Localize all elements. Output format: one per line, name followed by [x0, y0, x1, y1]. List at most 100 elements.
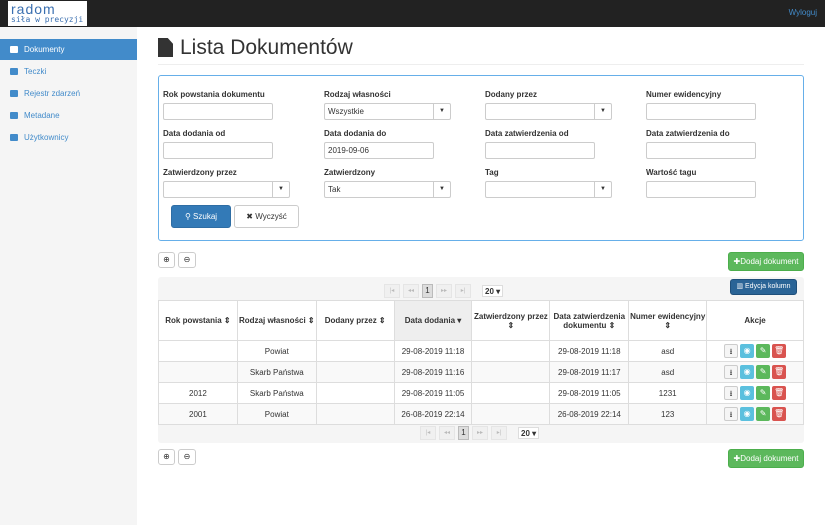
last-page-button[interactable]: ▸| — [455, 284, 471, 298]
column-header[interactable]: Data dodania ▾ — [393, 300, 473, 341]
download-icon[interactable]: ⭳ — [724, 407, 739, 421]
chevron-down-icon: ▼ — [594, 182, 611, 197]
last-page-button[interactable]: ▸| — [491, 426, 507, 440]
column-header[interactable]: Numer ewidencyjny ⇕ — [628, 300, 708, 341]
label-tag: Tag — [485, 168, 499, 177]
first-page-button[interactable]: |◂ — [384, 284, 400, 298]
expand-all-button[interactable]: ⊕ — [158, 252, 175, 268]
page-size-select[interactable]: 20 ▾ — [482, 285, 504, 297]
table-cell — [315, 361, 395, 383]
column-header[interactable]: Data zatwierdzenia dokumentu ⇕ — [549, 300, 630, 341]
column-header[interactable]: Rok powstania ⇕ — [158, 300, 238, 341]
numer-input[interactable] — [646, 103, 756, 120]
table-cell: 29-08-2019 11:17 — [549, 361, 630, 383]
column-header[interactable]: Zatwierdzony przez ⇕ — [471, 300, 551, 341]
page-size-select[interactable]: 20 ▾ — [518, 427, 540, 439]
collapse-all-button[interactable]: ⊖ — [178, 252, 196, 268]
table-cell: asd — [628, 340, 708, 362]
plus-circle-icon: ⊕ — [163, 452, 170, 461]
download-icon[interactable]: ⭳ — [724, 365, 739, 379]
current-page[interactable]: 1 — [458, 426, 469, 440]
zatw-przez-select[interactable]: ▼ — [163, 181, 290, 198]
sidebar-item-2[interactable]: Rejestr zdarzeń — [0, 83, 137, 104]
table-cell — [315, 382, 395, 404]
eye-icon[interactable]: ◉ — [740, 344, 755, 358]
top-navbar: radom siła w precyzji Wyloguj — [0, 0, 825, 27]
table-row: 2001 Powiat 26-08-2019 22:14 26-08-2019 22:… — [158, 403, 804, 425]
wartosc-input[interactable] — [646, 181, 756, 198]
data-do-input[interactable]: 2019-09-06 — [324, 142, 434, 159]
table-cell — [471, 361, 551, 383]
current-page[interactable]: 1 — [422, 284, 433, 298]
expand-all-button[interactable]: ⊕ — [158, 449, 175, 465]
trash-icon[interactable]: 🗑 — [772, 407, 787, 421]
search-button[interactable]: ⚲ Szukaj — [171, 205, 231, 228]
list-icon — [10, 90, 18, 97]
edit-columns-button[interactable]: ▥ Edycja kolumn — [730, 279, 797, 295]
first-page-button[interactable]: |◂ — [420, 426, 436, 440]
table-cell: asd — [628, 361, 708, 383]
dodany-select[interactable]: ▼ — [485, 103, 612, 120]
add-document-button[interactable]: ✚Dodaj dokument — [728, 252, 804, 271]
sidebar-item-1[interactable]: Teczki — [0, 61, 137, 82]
table-cell: 1231 — [628, 382, 708, 404]
label-zatw-przez: Zatwierdzony przez — [163, 168, 237, 177]
chevron-down-icon: ▼ — [594, 104, 611, 119]
divider — [158, 64, 804, 65]
eye-icon[interactable]: ◉ — [740, 407, 755, 421]
column-header[interactable]: Rodzaj własności ⇕ — [236, 300, 317, 341]
eye-icon[interactable]: ◉ — [740, 365, 755, 379]
rok-input[interactable] — [163, 103, 273, 120]
pencil-icon[interactable]: ✎ — [756, 407, 771, 421]
table-cell — [471, 382, 551, 404]
minus-circle-icon: ⊖ — [183, 255, 191, 264]
pager-top: |◂ ◂◂ 1 ▸▸ ▸| 20 ▾ — [384, 284, 504, 298]
next-page-button[interactable]: ▸▸ — [436, 284, 452, 298]
column-header[interactable]: Dodany przez ⇕ — [315, 300, 395, 341]
documents-table: Rok powstania ⇕ Rodzaj własności ⇕ Dodany … — [158, 300, 804, 425]
pager-bottom: |◂ ◂◂ 1 ▸▸ ▸| 20 ▾ — [420, 426, 540, 440]
sidebar-item-label: Metadane — [24, 111, 60, 120]
prev-page-button[interactable]: ◂◂ — [439, 426, 455, 440]
zatwierdzony-select[interactable]: Tak ▼ — [324, 181, 451, 198]
rodzaj-select[interactable]: Wszystkie ▼ — [324, 103, 451, 120]
pencil-icon[interactable]: ✎ — [756, 365, 771, 379]
sidebar-item-label: Użytkownicy — [24, 133, 69, 142]
tag-select[interactable]: ▼ — [485, 181, 612, 198]
actions-cell: ⭳ ◉ ✎ 🗑 — [706, 403, 804, 425]
table-cell: 29-08-2019 11:18 — [393, 340, 473, 362]
table-cell — [315, 403, 395, 425]
download-icon[interactable]: ⭳ — [724, 344, 739, 358]
actions-cell: ⭳ ◉ ✎ 🗑 — [706, 361, 804, 383]
label-rok: Rok powstania dokumentu — [163, 90, 265, 99]
column-header: Akcje — [706, 300, 804, 341]
prev-page-button[interactable]: ◂◂ — [403, 284, 419, 298]
collapse-all-button[interactable]: ⊖ — [178, 449, 196, 465]
download-icon[interactable]: ⭳ — [724, 386, 739, 400]
clear-button[interactable]: ✖ Wyczyść — [234, 205, 299, 228]
label-wartosc: Wartość tagu — [646, 168, 697, 177]
zatw-od-input[interactable] — [485, 142, 595, 159]
trash-icon[interactable]: 🗑 — [772, 344, 787, 358]
label-zatw-od: Data zatwierdzenia od — [485, 129, 569, 138]
sidebar-item-4[interactable]: Użytkownicy — [0, 127, 137, 148]
label-rodzaj: Rodzaj własności — [324, 90, 391, 99]
trash-icon[interactable]: 🗑 — [772, 365, 787, 379]
table-cell: Powiat — [236, 340, 317, 362]
pencil-icon[interactable]: ✎ — [756, 386, 771, 400]
chevron-down-icon: ▼ — [272, 182, 289, 197]
eye-icon[interactable]: ◉ — [740, 386, 755, 400]
trash-icon[interactable]: 🗑 — [772, 386, 787, 400]
logout-link[interactable]: Wyloguj — [789, 8, 817, 17]
add-document-button[interactable]: ✚Dodaj dokument — [728, 449, 804, 468]
logo[interactable]: radom siła w precyzji — [8, 1, 87, 26]
sidebar-item-3[interactable]: Metadane — [0, 105, 137, 126]
sidebar-item-0[interactable]: Dokumenty — [0, 39, 137, 60]
zatw-do-input[interactable] — [646, 142, 756, 159]
table-cell: 123 — [628, 403, 708, 425]
table-cell: 26-08-2019 22:14 — [393, 403, 473, 425]
data-od-input[interactable] — [163, 142, 273, 159]
pencil-icon[interactable]: ✎ — [756, 344, 771, 358]
next-page-button[interactable]: ▸▸ — [472, 426, 488, 440]
label-zatwierdzony: Zatwierdzony — [324, 168, 376, 177]
